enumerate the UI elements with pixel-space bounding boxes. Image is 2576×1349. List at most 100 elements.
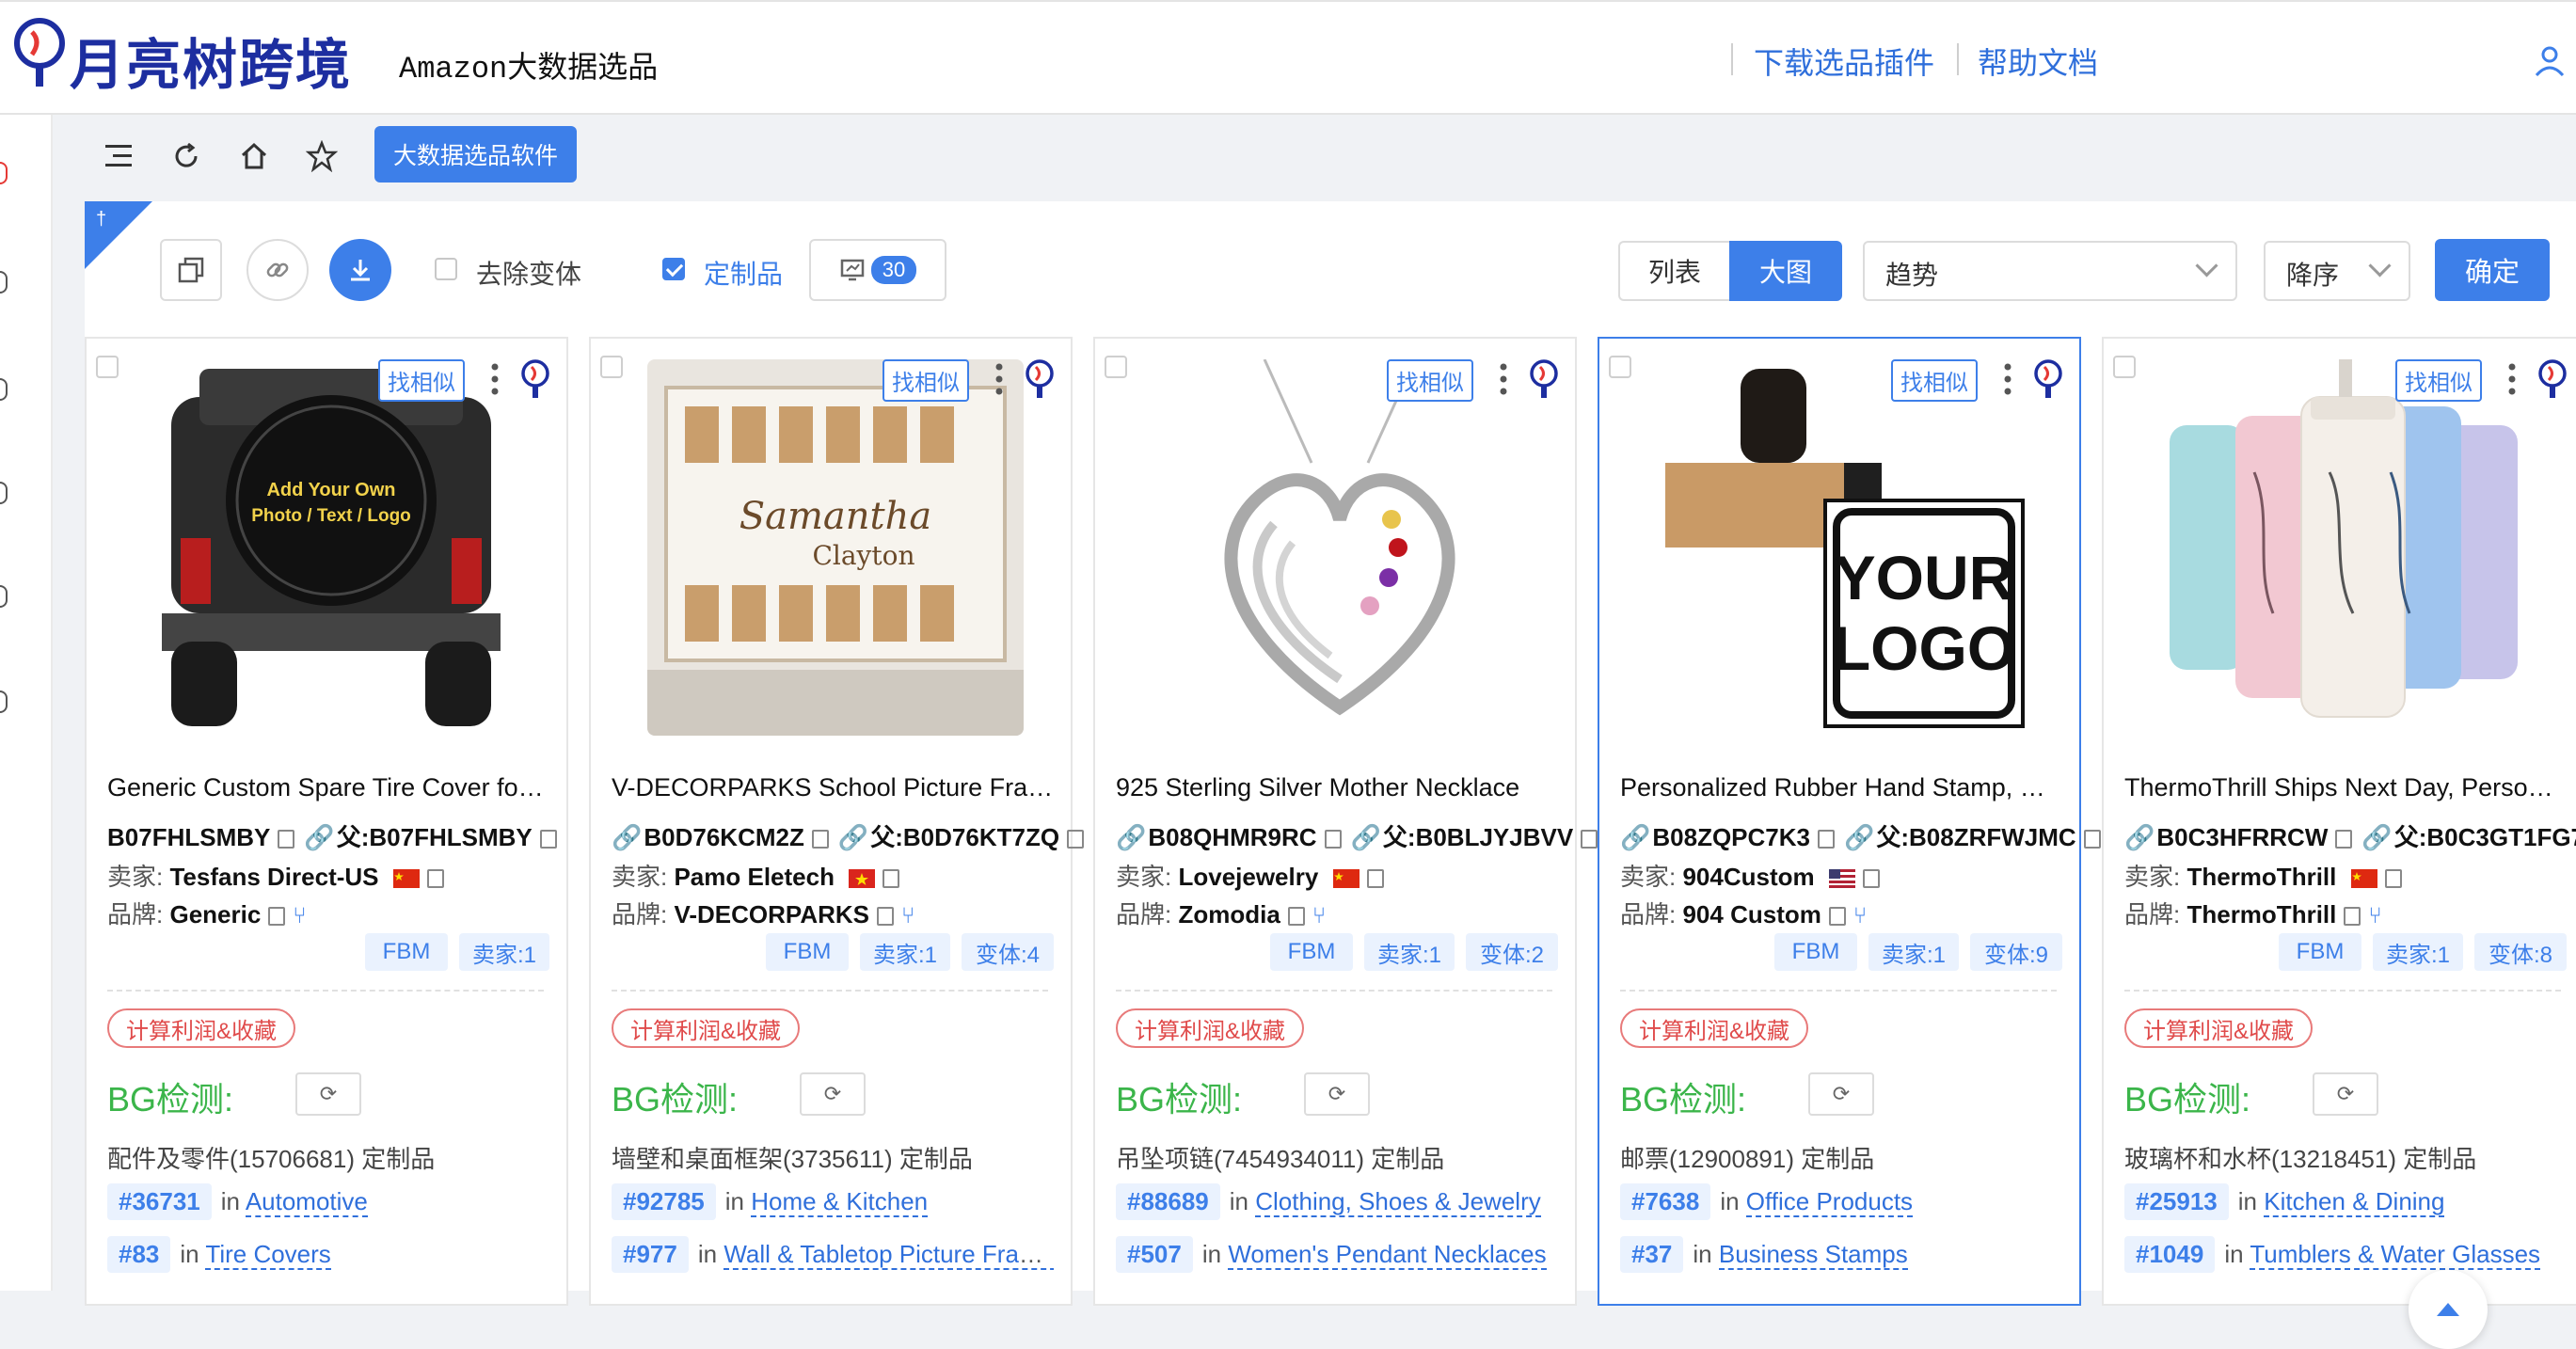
brand-name[interactable]: Zomodia (1178, 900, 1280, 928)
product-title[interactable]: Generic Custom Spare Tire Cover for Jeep (107, 773, 549, 802)
confirm-button[interactable]: 确定 (2435, 239, 2550, 301)
rank-category-link[interactable]: Home & Kitchen (751, 1187, 929, 1217)
calc-profit-button[interactable]: 计算利润&收藏 (1620, 1008, 1809, 1048)
bg-check-refresh-button[interactable]: ⟳ (295, 1072, 361, 1116)
copy-icon[interactable] (2083, 830, 2101, 849)
seller-name[interactable]: 904Custom (1682, 863, 1814, 891)
find-similar-button[interactable]: 找相似 (2395, 359, 2482, 402)
bg-check-refresh-button[interactable]: ⟳ (1304, 1072, 1370, 1116)
product-image[interactable]: Samantha Clayton (647, 359, 1024, 736)
refresh-button[interactable] (158, 128, 215, 184)
card-select-checkbox[interactable] (1609, 356, 1631, 378)
asin-value[interactable]: B08ZQPC7K3 (1652, 823, 1810, 851)
product-title[interactable]: ThermoThrill Ships Next Day, Personalize… (2124, 773, 2567, 802)
product-title[interactable]: V-DECORPARKS School Picture Frame (612, 773, 1054, 802)
link-button[interactable] (246, 239, 309, 301)
brand-name[interactable]: V-DECORPARKS (674, 900, 869, 928)
help-docs-link[interactable]: 帮助文档 (1978, 40, 2098, 83)
seller-name[interactable]: Pamo Eletech (674, 863, 835, 891)
brand-name[interactable]: ThermoThrill (2186, 900, 2336, 928)
sidebar-icon[interactable] (0, 690, 8, 713)
copy-icon[interactable] (1067, 830, 1085, 849)
copy-icon[interactable] (1324, 830, 1342, 849)
parent-asin-value[interactable]: 父:B08ZRFWJMC (1876, 823, 2075, 851)
download-plugin-link[interactable]: 下载选品插件 (1754, 40, 1934, 83)
share-icon[interactable]: ⑂ (293, 903, 306, 929)
asin-value[interactable]: B08QHMR9RC (1148, 823, 1316, 851)
copy-icon[interactable] (1818, 830, 1835, 849)
rank-category-link[interactable]: Business Stamps (1718, 1240, 1908, 1270)
share-icon[interactable]: ⑂ (2368, 903, 2381, 929)
sidebar-icon[interactable] (0, 271, 8, 294)
rank-category-link[interactable]: Office Products (1745, 1187, 1914, 1217)
product-image[interactable]: Add Your Own Photo / Text / Logo (143, 359, 519, 736)
lightbulb-logo-icon[interactable] (2030, 357, 2066, 401)
asin-value[interactable]: B0D76KCM2Z (644, 823, 804, 851)
copy-icon[interactable] (1366, 869, 1384, 889)
more-vertical-icon[interactable] (995, 363, 1003, 395)
card-select-checkbox[interactable] (600, 356, 623, 378)
parent-asin-value[interactable]: 父:B0D76KT7ZQ (870, 823, 1059, 851)
sidebar-icon[interactable] (0, 378, 8, 401)
calc-profit-button[interactable]: 计算利润&收藏 (612, 1008, 801, 1048)
custom-products-checkbox[interactable] (662, 258, 685, 280)
brand-name[interactable]: Generic (169, 900, 261, 928)
product-image[interactable] (2160, 359, 2536, 736)
share-icon[interactable]: ⑂ (1312, 903, 1326, 929)
rank-category-link[interactable]: Clothing, Shoes & Jewelry (1255, 1187, 1541, 1217)
lightbulb-logo-icon[interactable] (1526, 357, 1562, 401)
rank-category-link[interactable]: Tumblers & Water Glasses (2250, 1240, 2541, 1270)
rank-category-link[interactable]: Automotive (245, 1187, 368, 1217)
brand-name[interactable]: 月亮树跨境 (70, 21, 352, 100)
parent-asin-value[interactable]: 父:B07FHLSMBY (337, 823, 533, 851)
copy-icon[interactable] (426, 869, 444, 889)
share-icon[interactable]: ⑂ (901, 903, 914, 929)
product-image[interactable] (1152, 359, 1528, 736)
sort-order-select[interactable]: 降序 (2264, 241, 2410, 301)
lightbulb-logo-icon[interactable] (1022, 357, 1057, 401)
calc-profit-button[interactable]: 计算利润&收藏 (1116, 1008, 1305, 1048)
sidebar-icon[interactable] (0, 585, 8, 608)
find-similar-button[interactable]: 找相似 (883, 359, 969, 402)
bg-check-refresh-button[interactable]: ⟳ (1808, 1072, 1874, 1116)
sidebar-icon[interactable] (0, 482, 8, 504)
product-title[interactable]: Personalized Rubber Hand Stamp, Custom (1620, 773, 2062, 802)
favorite-button[interactable] (294, 128, 350, 184)
copy-all-button[interactable] (160, 239, 222, 301)
view-grid-tab[interactable]: 大图 (1729, 241, 1842, 301)
copy-icon[interactable] (1862, 869, 1880, 889)
copy-icon[interactable] (2384, 869, 2402, 889)
find-similar-button[interactable]: 找相似 (1387, 359, 1473, 402)
pin-corner-tab[interactable] (85, 201, 152, 269)
product-card[interactable]: Samantha Clayton 找相似 V-DECORPARKS School… (589, 337, 1085, 1306)
bg-check-refresh-button[interactable]: ⟳ (800, 1072, 866, 1116)
copy-icon[interactable] (877, 907, 895, 927)
brand-name[interactable]: 904 Custom (1682, 900, 1821, 928)
more-vertical-icon[interactable] (2004, 363, 2012, 395)
remove-variants-checkbox[interactable] (435, 258, 457, 280)
seller-name[interactable]: Lovejewelry (1178, 863, 1318, 891)
bg-check-refresh-button[interactable]: ⟳ (2313, 1072, 2378, 1116)
asin-value[interactable]: B0C3HFRRCW (2156, 823, 2328, 851)
big-data-software-button[interactable]: 大数据选品软件 (374, 126, 578, 183)
copy-icon[interactable] (268, 907, 286, 927)
lightbulb-logo-icon[interactable] (2535, 357, 2570, 401)
asin-value[interactable]: B07FHLSMBY (107, 823, 270, 851)
copy-icon[interactable] (883, 869, 900, 889)
compare-button[interactable]: 30 (809, 239, 946, 301)
sort-field-select[interactable]: 趋势 (1863, 241, 2237, 301)
product-image[interactable]: YOUR LOGO (1656, 359, 2032, 736)
card-select-checkbox[interactable] (1105, 356, 1127, 378)
product-card[interactable]: YOUR LOGO 找相似 Personalized Rubber Hand S… (1598, 337, 2101, 1306)
seller-name[interactable]: ThermoThrill (2186, 863, 2336, 891)
download-button[interactable] (329, 239, 391, 301)
user-icon[interactable] (2533, 43, 2567, 77)
parent-asin-value[interactable]: 父:B0C3GT1FG7 (2394, 823, 2576, 851)
rank-category-link[interactable]: Wall & Tabletop Picture Frames (724, 1240, 1054, 1270)
rank-category-link[interactable]: Women's Pendant Necklaces (1228, 1240, 1547, 1270)
more-vertical-icon[interactable] (1500, 363, 1507, 395)
copy-icon[interactable] (1828, 907, 1846, 927)
home-button[interactable] (226, 128, 282, 184)
product-card[interactable]: 找相似 ThermoThrill Ships Next Day, Persona… (2102, 337, 2576, 1306)
find-similar-button[interactable]: 找相似 (378, 359, 465, 402)
